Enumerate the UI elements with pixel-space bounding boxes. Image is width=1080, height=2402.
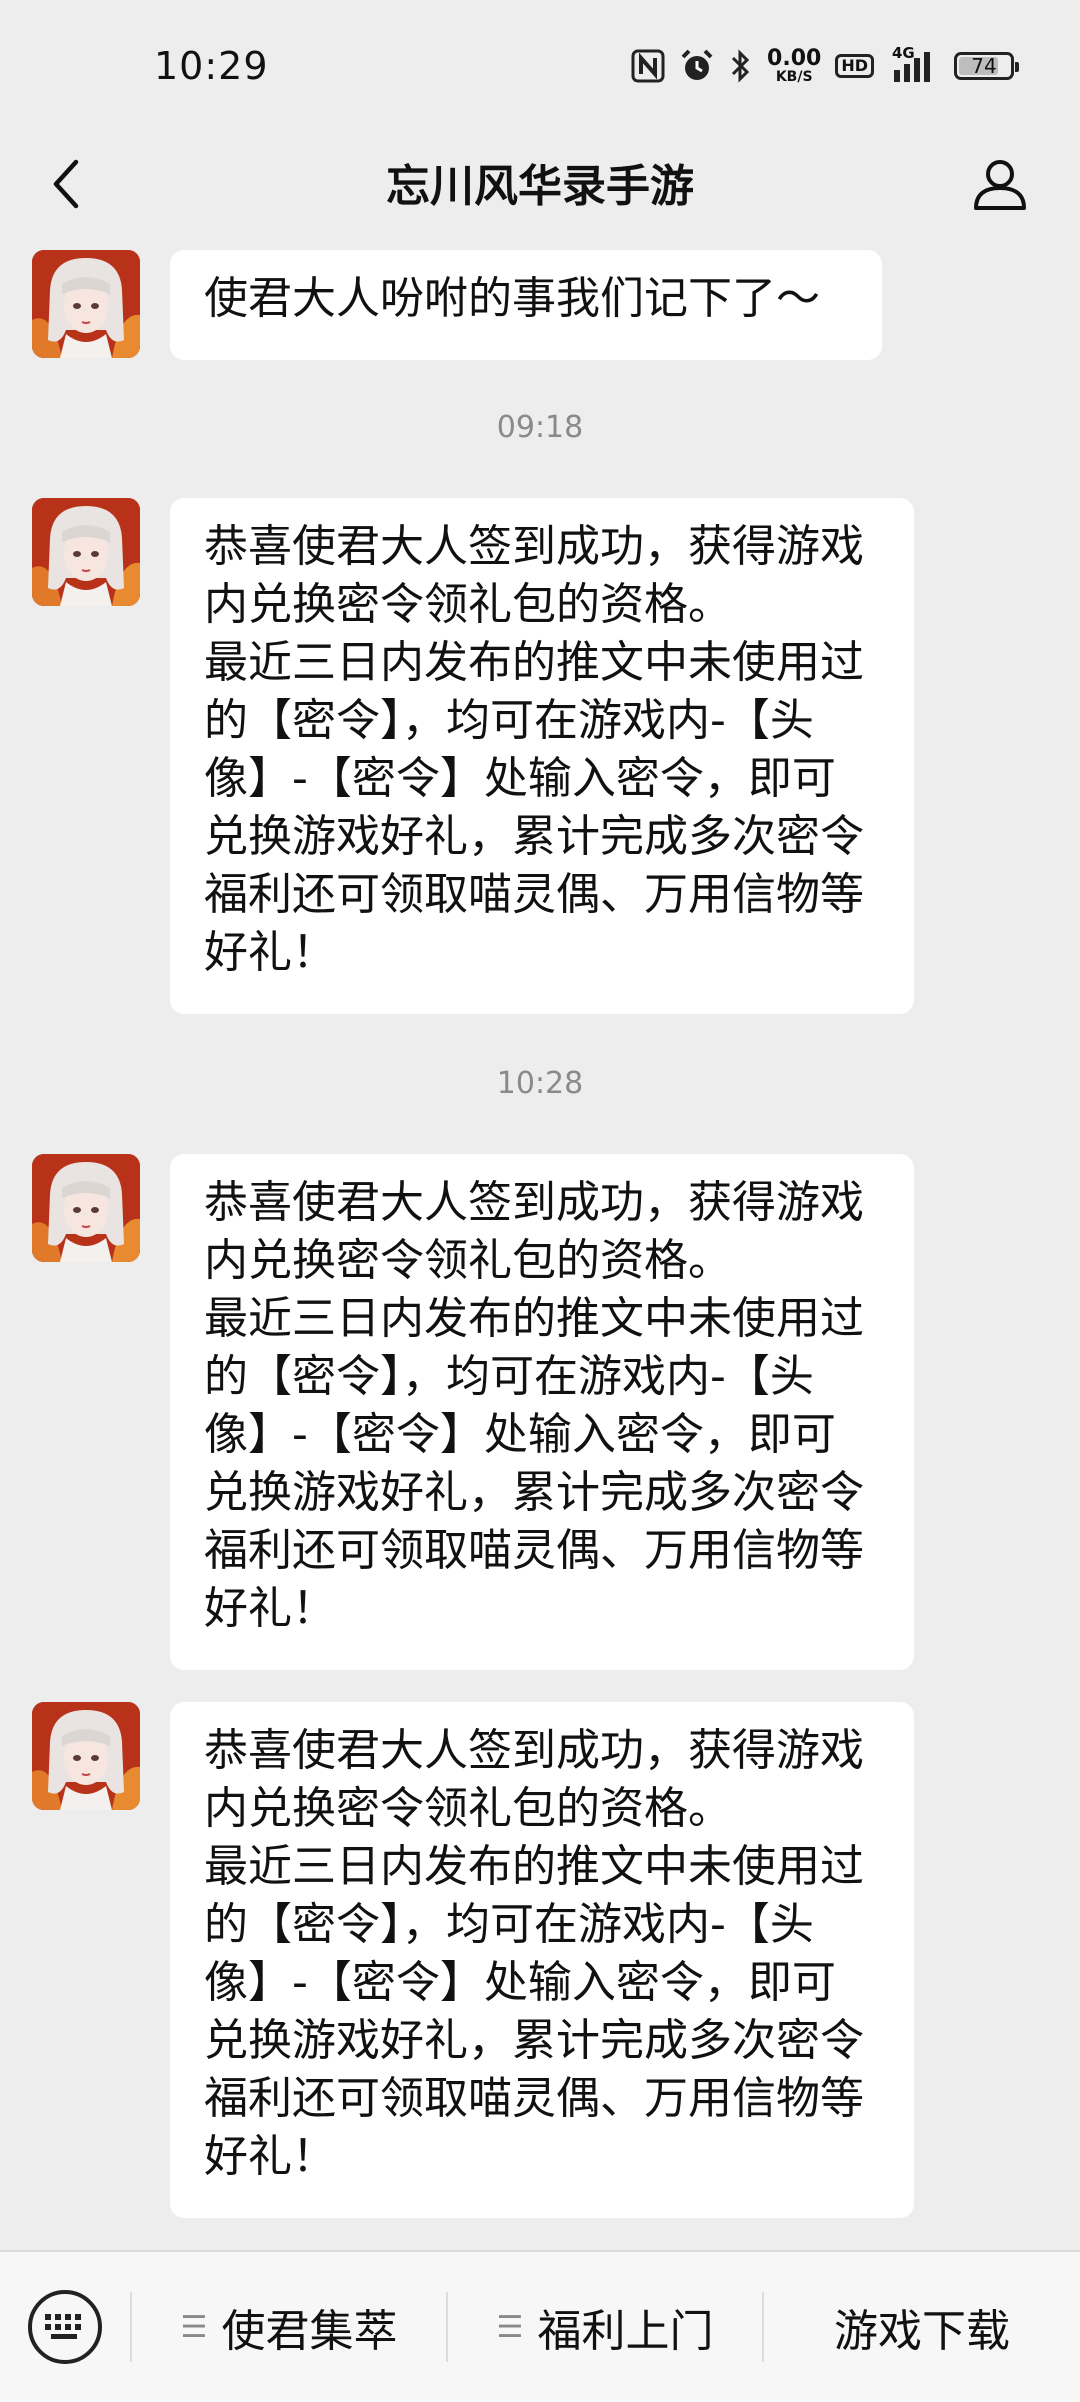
message-item: 恭喜使君大人签到成功，获得游戏 内兑换密令领礼包的资格。 最近三日内发布的推文中… [32,1702,1042,2218]
battery-level: 74 [971,54,997,78]
status-icons: 0.00 KB/S HD 4G 74 [631,44,1019,88]
timestamp: 10:28 [496,1066,584,1101]
status-time: 10:29 [154,44,269,88]
hd-badge: HD [835,54,874,78]
person-icon [974,160,1026,210]
avatar[interactable] [32,1702,140,1810]
page-title: 忘川风华录手游 [386,161,694,212]
net-speed-unit: KB/S [775,69,813,85]
menu-item-label: 福利上门 [537,2306,714,2357]
bluetooth-icon [729,48,753,84]
timestamp: 09:18 [496,410,584,445]
message-item: 恭喜使君大人签到成功，获得游戏 内兑换密令领礼包的资格。 最近三日内发布的推文中… [32,1154,1042,1670]
menu-item-label: 游戏下载 [834,2306,1010,2357]
battery-icon: 74 [954,52,1019,80]
net-speed-value: 0.00 [767,46,822,71]
message-item: 恭喜使君大人签到成功，获得游戏 内兑换密令领礼包的资格。 最近三日内发布的推文中… [32,498,1042,1014]
message-bubble: 恭喜使君大人签到成功，获得游戏 内兑换密令领礼包的资格。 最近三日内发布的推文中… [170,1702,914,2218]
avatar[interactable] [32,1154,140,1262]
menu-list-icon: ☰ [496,2309,524,2345]
bottom-menu-bar: ☰ 使君集萃 ☰ 福利上门 游戏下载 [0,2250,1080,2402]
keyboard-toggle-button[interactable] [28,2290,102,2364]
chat-header: 忘川风华录手游 [0,130,1080,240]
avatar[interactable] [32,250,140,358]
nfc-icon [631,49,665,83]
message-bubble: 使君大人吩咐的事我们记下了～ [170,250,882,360]
menu-item-download[interactable]: 游戏下载 [764,2252,1080,2402]
signal-icon: 4G [888,44,940,84]
avatar[interactable] [32,498,140,606]
alarm-icon [679,48,715,84]
menu-item-welfare[interactable]: ☰ 福利上门 [448,2252,762,2402]
menu-item-collection[interactable]: ☰ 使君集萃 [132,2252,446,2402]
menu-list-icon: ☰ [180,2309,208,2345]
status-bar: 10:29 0.00 KB/S HD 4G 74 [0,0,1080,130]
menu-item-label: 使君集萃 [221,2306,398,2357]
message-bubble: 恭喜使君大人签到成功，获得游戏 内兑换密令领礼包的资格。 最近三日内发布的推文中… [170,498,914,1014]
keyboard-icon [45,2314,81,2339]
message-item: 使君大人吩咐的事我们记下了～ [32,250,1042,360]
net-speed: 0.00 KB/S [767,46,822,85]
profile-button[interactable] [960,144,1040,224]
message-bubble: 恭喜使君大人签到成功，获得游戏 内兑换密令领礼包的资格。 最近三日内发布的推文中… [170,1154,914,1670]
